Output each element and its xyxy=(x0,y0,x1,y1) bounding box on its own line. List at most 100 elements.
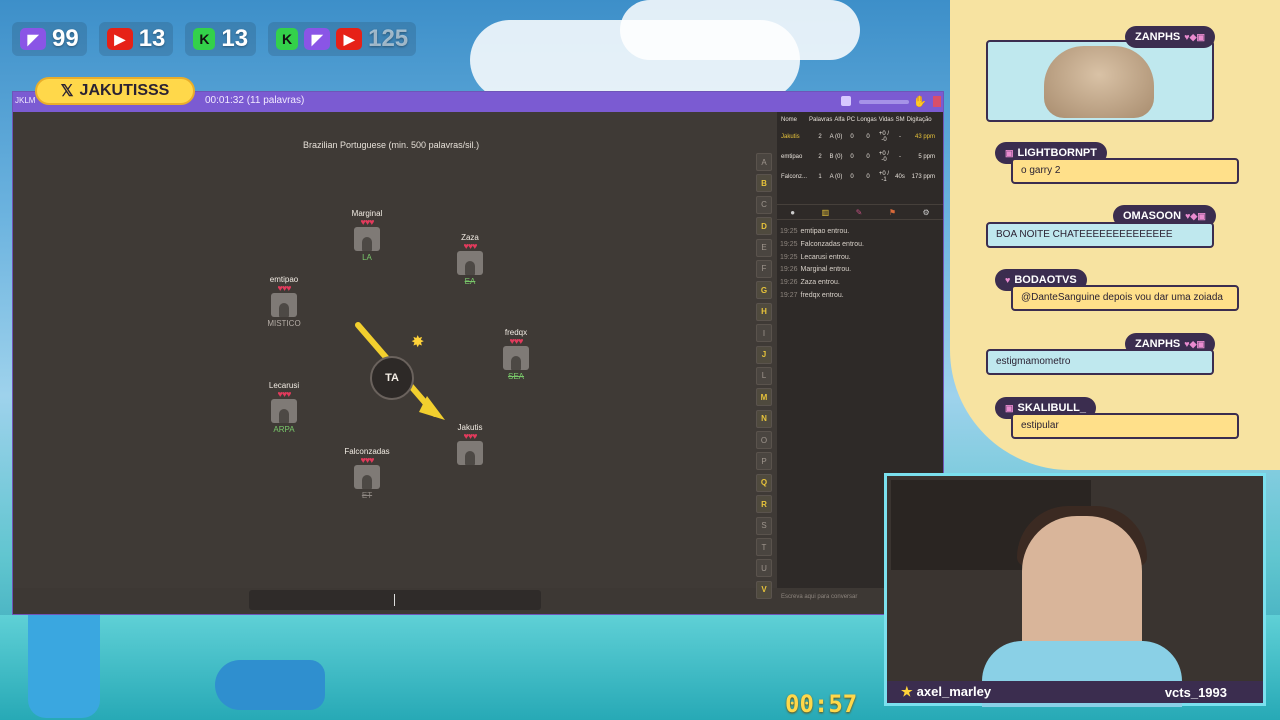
chat-message: o garry 2 xyxy=(1011,158,1239,184)
avatar xyxy=(354,465,380,489)
log-line: 19:25 emtipao entrou. xyxy=(780,226,864,239)
letter-tile: M xyxy=(756,388,772,407)
player-word: ET xyxy=(361,491,373,500)
row-cell: 5 ppm xyxy=(918,154,935,160)
player-word: LA xyxy=(362,253,372,262)
letter-tile: S xyxy=(756,516,772,535)
game-language: Brazilian Portuguese (min. 500 palavras/… xyxy=(303,140,480,150)
col-header: Digitação xyxy=(906,117,932,123)
letter-tile: B xyxy=(756,174,772,193)
play-area: Brazilian Portuguese (min. 500 palavras/… xyxy=(13,112,777,599)
badge-icon: ♥◆▣ xyxy=(1184,31,1206,42)
gear-icon[interactable]: ⚙ xyxy=(923,208,930,217)
players-icon[interactable]: ▥ xyxy=(822,208,830,217)
row-cell: 2 xyxy=(818,154,822,160)
player-slot: emtipao ♥♥♥ MISTICO xyxy=(244,275,324,329)
row-cell: 0 xyxy=(850,154,854,160)
col-header: Palavras xyxy=(809,117,833,123)
chat-bubble-icon[interactable]: ● xyxy=(790,208,795,217)
col-header: Longas xyxy=(857,117,877,123)
webcam-footer: ★ axel_marley vcts_1993 xyxy=(887,681,1263,703)
letter-tile: L xyxy=(756,366,772,385)
player-slot: Falconzadas ♥♥♥ ET xyxy=(327,447,407,501)
fish-illustration xyxy=(215,660,325,710)
row-cell: 173 ppm xyxy=(911,174,935,180)
col-header: Vidas xyxy=(878,117,894,123)
log-line: 19:27 fredqx entrou. xyxy=(780,290,864,303)
bomb-syllable: TA xyxy=(370,356,414,400)
letter-tile: A xyxy=(756,153,772,171)
row-cell: +0 / -0 xyxy=(878,131,890,143)
social-handle: 𝕏 JAKUTISSS xyxy=(35,77,195,105)
game-timer: 00:01:32 (11 palavras) xyxy=(205,95,305,106)
game-brand: JKLM xyxy=(15,96,36,105)
handle-text: JAKUTISSS xyxy=(79,82,170,99)
row-cell: A (0) xyxy=(829,174,843,180)
badge-icon: ♥◆▣ xyxy=(1184,338,1206,349)
volume-slider[interactable] xyxy=(859,100,909,104)
viewer-counters: ◤ 99 ▶ 13 K 13 K ◤ ▶ 125 xyxy=(12,22,417,56)
log-text: Falconzadas entrou. xyxy=(800,240,864,248)
volume-icon[interactable] xyxy=(841,96,851,106)
letter-tile: I xyxy=(756,324,772,343)
log-line: 19:25 Falconzadas entrou. xyxy=(780,239,864,252)
letter-tile: G xyxy=(756,281,772,300)
left-name-text: axel_marley xyxy=(916,684,992,699)
stream-chat: ZANPHS ♥◆▣ ▣ LIGHTBORNPT o garry 2 OMASOON… xyxy=(985,0,1245,470)
letter-tile: V xyxy=(756,580,772,599)
heart-icon: ♥♥♥ xyxy=(277,389,291,399)
row-cell: 0 xyxy=(850,134,854,140)
close-button[interactable] xyxy=(933,96,941,107)
twitch-count: 99 xyxy=(52,25,79,52)
row-cell: 43 ppm xyxy=(914,134,935,140)
flag-icon[interactable]: ⚑ xyxy=(889,208,896,217)
youtube-icon: ▶ xyxy=(336,28,363,50)
log-text: Lecarusi entrou. xyxy=(800,253,851,261)
row-cell: 0 xyxy=(850,174,854,180)
avatar xyxy=(457,441,483,465)
chat-text: o garry 2 xyxy=(1021,165,1061,176)
row-cell: A (0) xyxy=(829,134,843,140)
total-counter: K ◤ ▶ 125 xyxy=(268,22,417,56)
log-time: 19:26 xyxy=(780,266,798,274)
scoreboard-header: Nome Palavras Alfa PC Longas Vidas SM Di… xyxy=(777,112,943,123)
col-header: SM xyxy=(895,117,905,123)
row-cell: - xyxy=(899,134,901,140)
chat-text: BOA NOITE CHATEEEEEEEEEEEEEE xyxy=(996,229,1173,240)
heart-icon: ♥♥♥ xyxy=(463,431,477,441)
word-input[interactable] xyxy=(249,590,541,610)
palette-icon[interactable]: ✎ xyxy=(856,208,863,217)
x-logo-icon: 𝕏 xyxy=(60,83,74,100)
letter-tile: T xyxy=(756,538,772,557)
youtube-icon: ▶ xyxy=(106,28,133,50)
total-count: 125 xyxy=(368,25,409,52)
youtube-counter: ▶ 13 xyxy=(98,22,174,56)
event-log: 19:25 emtipao entrou. 19:25 Falconzadas en… xyxy=(780,226,864,303)
row-cell: 0 xyxy=(866,174,870,180)
log-time: 19:26 xyxy=(780,279,798,287)
badge-icon: ▣ xyxy=(1005,147,1014,158)
youtube-count: 13 xyxy=(138,25,166,52)
heart-icon: ♥♥♥ xyxy=(277,283,291,293)
spark-icon: ✸ xyxy=(411,334,425,351)
log-text: emtipao entrou. xyxy=(800,228,850,235)
chat-message: estigmamometro xyxy=(986,349,1214,375)
countdown-timer: 00:57 xyxy=(785,690,858,718)
player-slot: Zaza ♥♥♥ EA xyxy=(430,233,510,287)
col-header: Alfa xyxy=(834,117,845,123)
hand-icon[interactable]: ✋ xyxy=(913,95,927,108)
heart-icon: ♥♥♥ xyxy=(509,336,523,346)
webcam-left-name: ★ axel_marley xyxy=(901,684,991,700)
letter-tile: H xyxy=(756,302,772,321)
player-slot: Lecarusi ♥♥♥ ARPA xyxy=(244,381,324,435)
log-time: 19:25 xyxy=(780,253,798,261)
avatar xyxy=(271,293,297,317)
log-time: 19:27 xyxy=(780,291,798,299)
log-line: 19:25 Lecarusi entrou. xyxy=(780,252,864,265)
letter-tile: E xyxy=(756,238,772,257)
twitch-icon: ◤ xyxy=(20,28,46,50)
heart-icon: ♥♥♥ xyxy=(360,455,374,465)
log-line: 19:26 Marginal entrou. xyxy=(780,264,864,277)
col-header: Nome xyxy=(781,117,798,123)
table-row: Falconz... 1 A (0) 0 0 +0 / -1 40s 173 p… xyxy=(777,167,943,187)
